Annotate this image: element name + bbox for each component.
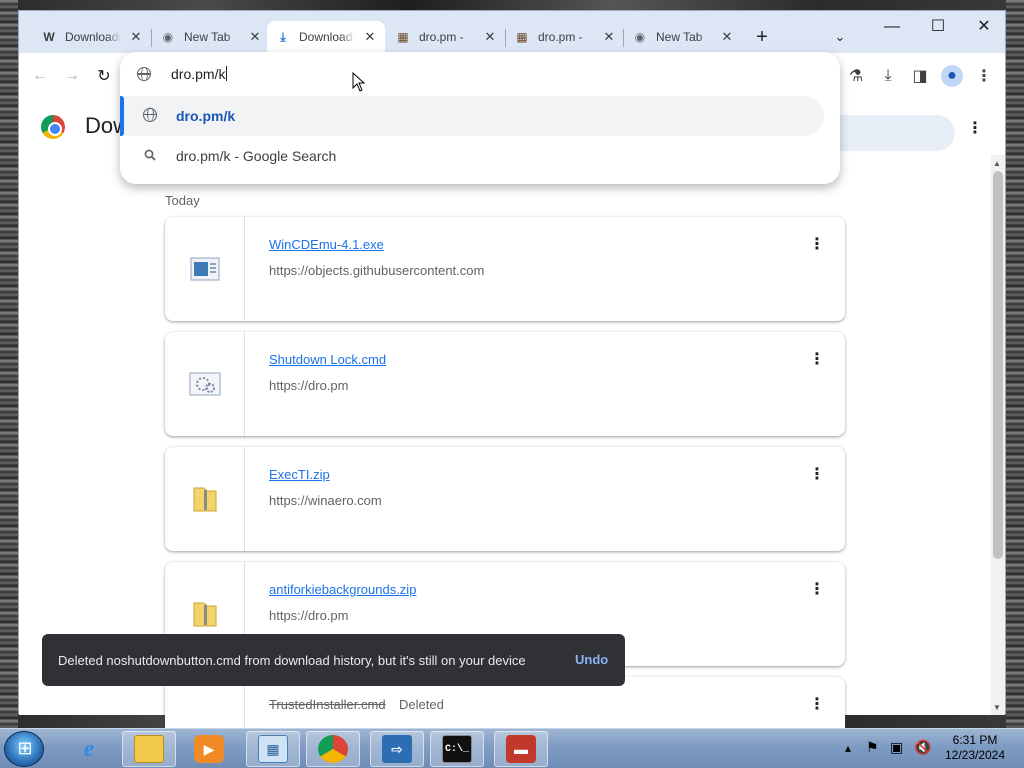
labs-flask-icon[interactable]: ⚗ [845, 65, 867, 87]
scroll-down-arrow-icon[interactable]: ▼ [993, 703, 1001, 712]
page-menu-kebab-icon[interactable]: ⋮ [967, 121, 983, 137]
tab-strip: W Downloads ✕ ◉ New Tab ✕ ⤓ Downloads ✕ … [19, 11, 1005, 53]
chrome-taskbar-icon[interactable] [306, 731, 360, 767]
volume-muted-icon[interactable]: 🔇 [914, 739, 931, 756]
close-icon[interactable]: ✕ [363, 29, 377, 45]
scroll-up-arrow-icon[interactable]: ▲ [993, 159, 1001, 168]
new-tab-plus-icon[interactable]: + [739, 25, 785, 49]
menu-kebab-icon[interactable]: ⋮ [973, 65, 995, 87]
reload-icon[interactable]: ↻ [93, 65, 115, 87]
download-file-link[interactable]: antiforkiebackgrounds.zip [269, 582, 416, 597]
suggestion-text: dro.pm/k - Google Search [176, 148, 337, 164]
tab-downloads-1[interactable]: W Downloads ✕ [33, 21, 151, 53]
suggestion-text: dro.pm/k [176, 108, 236, 124]
window-close-icon[interactable]: ✕ [961, 15, 1007, 39]
desktop-background-left [0, 0, 18, 730]
downloads-toolbar-icon[interactable]: ⤓ [877, 65, 899, 87]
action-center-flag-icon[interactable]: ⚑ [866, 739, 879, 756]
media-player-taskbar-icon[interactable]: ▶ [182, 731, 236, 767]
start-button[interactable] [4, 731, 45, 767]
maximize-icon[interactable]: ☐ [915, 15, 961, 39]
tab-downloads-active[interactable]: ⤓ Downloads ✕ [267, 21, 385, 53]
cmd-file-icon [165, 332, 245, 436]
globe-icon [142, 107, 158, 125]
tab-dro-pm-1[interactable]: ▦ dro.pm - ✕ [387, 21, 505, 53]
profile-avatar-icon[interactable]: ● [941, 65, 963, 87]
internet-explorer-taskbar-icon[interactable]: e [62, 731, 116, 767]
scrollbar-thumb[interactable] [993, 171, 1003, 559]
tab-label: New Tab [656, 30, 703, 44]
tab-dro-pm-2[interactable]: ▦ dro.pm - ✕ [506, 21, 624, 53]
chrome-icon: ◉ [162, 30, 174, 44]
download-file-link[interactable]: WinCDEmu-4.1.exe [269, 237, 384, 252]
download-file-link[interactable]: Shutdown Lock.cmd [269, 352, 386, 367]
back-arrow-icon[interactable]: ← [29, 65, 51, 87]
forward-arrow-icon[interactable]: → [61, 65, 83, 87]
system-clock[interactable]: 6:31 PM 12/23/2024 [940, 733, 1010, 763]
command-prompt-taskbar-icon[interactable]: C:\_ [430, 731, 484, 767]
minimize-icon[interactable]: — [869, 15, 915, 39]
download-icon: ⤓ [280, 29, 286, 44]
tab-new-tab-2[interactable]: ◉ New Tab ✕ [624, 21, 742, 53]
item-menu-kebab-icon[interactable]: ⋮ [809, 697, 825, 713]
download-source-url: https://dro.pm [269, 378, 349, 393]
close-icon[interactable]: ✕ [720, 29, 734, 45]
desktop-background-right [1006, 0, 1024, 730]
section-heading-today: Today [165, 193, 200, 208]
clock-date: 12/23/2024 [944, 748, 1006, 762]
download-item: Shutdown Lock.cmd https://dro.pm ⋮ [165, 332, 845, 436]
suggestion-search[interactable]: dro.pm/k - Google Search [120, 136, 840, 176]
network-icon[interactable]: ▣ [890, 739, 903, 756]
chrome-logo-icon [41, 115, 65, 139]
address-bar-input[interactable]: dro.pm/k [171, 66, 228, 82]
taskbar: e ▶ ▦ ⇨ C:\_ ▬ ▴ ⚑ ▣ 🔇 6:31 PM 12/23/202… [0, 728, 1024, 768]
download-source-url: https://winaero.com [269, 493, 382, 508]
toolbox-taskbar-icon[interactable]: ▬ [494, 731, 548, 767]
item-menu-kebab-icon[interactable]: ⋮ [809, 352, 825, 368]
dro-pm-icon: ▦ [516, 30, 528, 44]
search-icon [142, 149, 158, 164]
tab-label: New Tab [184, 30, 231, 44]
undo-button[interactable]: Undo [575, 652, 608, 667]
chrome-icon: ◉ [634, 30, 646, 44]
download-item: ExecTI.zip https://winaero.com ⋮ [165, 447, 845, 551]
zip-folder-icon [165, 447, 245, 551]
tab-label: Downloads [299, 30, 355, 44]
download-source-url: https://dro.pm [269, 608, 349, 623]
mouse-cursor-icon [352, 72, 366, 92]
side-panel-icon[interactable]: ◨ [909, 65, 931, 87]
toast-message: Deleted noshutdownbutton.cmd from downlo… [58, 652, 526, 668]
download-file-link[interactable]: ExecTI.zip [269, 467, 330, 482]
download-source-url: https://objects.githubusercontent.com [269, 263, 485, 278]
globe-icon [137, 66, 151, 84]
tab-search-chevron-icon[interactable]: ⌄ [817, 25, 863, 49]
remote-app-taskbar-icon[interactable]: ⇨ [370, 731, 424, 767]
item-menu-kebab-icon[interactable]: ⋮ [809, 467, 825, 483]
close-icon[interactable]: ✕ [129, 29, 143, 45]
download-file-name-deleted: TrustedInstaller.cmd [269, 697, 386, 712]
omnibox-dropdown: dro.pm/k dro.pm/k dro.pm/k - Google Sear… [120, 52, 840, 184]
tab-label: dro.pm - [419, 30, 464, 44]
wikipedia-w-icon: W [43, 30, 55, 44]
suggestion-url[interactable]: dro.pm/k [120, 96, 824, 136]
show-hidden-icons-chevron-icon[interactable]: ▴ [845, 741, 851, 755]
control-panel-taskbar-icon[interactable]: ▦ [246, 731, 300, 767]
item-menu-kebab-icon[interactable]: ⋮ [809, 582, 825, 598]
clock-time: 6:31 PM [952, 733, 998, 747]
exe-file-icon [165, 217, 245, 321]
close-icon[interactable]: ✕ [602, 29, 616, 45]
close-icon[interactable]: ✕ [483, 29, 497, 45]
tab-new-tab-1[interactable]: ◉ New Tab ✕ [152, 21, 270, 53]
download-status: Deleted [399, 697, 444, 712]
dro-pm-icon: ▦ [397, 30, 409, 44]
download-item: WinCDEmu-4.1.exe https://objects.githubu… [165, 217, 845, 321]
close-icon[interactable]: ✕ [248, 29, 262, 45]
downloads-page: Dow ⋮ Today WinCDEmu-4.1.exe https://obj… [19, 97, 1005, 737]
file-explorer-taskbar-icon[interactable] [122, 731, 176, 767]
tab-label: dro.pm - [538, 30, 583, 44]
deletion-toast: Deleted noshutdownbutton.cmd from downlo… [42, 634, 625, 686]
tab-label: Downloads [65, 30, 121, 44]
item-menu-kebab-icon[interactable]: ⋮ [809, 237, 825, 253]
